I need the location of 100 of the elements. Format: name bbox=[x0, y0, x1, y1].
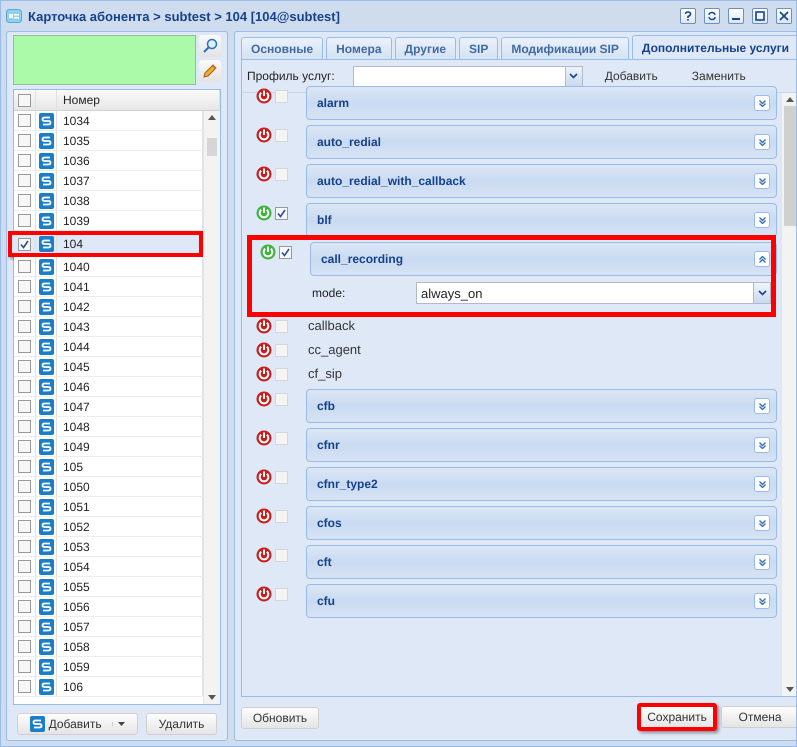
checkbox[interactable] bbox=[18, 480, 31, 493]
minimize-button[interactable] bbox=[728, 8, 744, 24]
grid-row[interactable]: 1044 bbox=[14, 337, 203, 357]
checkbox[interactable] bbox=[18, 194, 31, 207]
checkbox[interactable] bbox=[275, 206, 288, 220]
scroll-down-icon[interactable] bbox=[786, 687, 794, 692]
checkbox[interactable] bbox=[18, 520, 31, 533]
checkbox[interactable] bbox=[18, 400, 31, 413]
tab[interactable]: Основные bbox=[241, 37, 324, 59]
search-field[interactable] bbox=[13, 35, 196, 85]
grid-row[interactable]: 1045 bbox=[14, 357, 203, 377]
dropdown-icon[interactable] bbox=[569, 73, 578, 79]
grid-row[interactable]: 104 bbox=[8, 231, 203, 257]
column-header[interactable]: Номер bbox=[63, 93, 100, 107]
delete-button[interactable]: Удалить bbox=[146, 713, 218, 735]
grid-row[interactable]: 1053 bbox=[14, 537, 203, 557]
checkbox[interactable] bbox=[18, 214, 31, 227]
checkbox[interactable] bbox=[18, 440, 31, 453]
grid-row[interactable]: 1057 bbox=[14, 617, 203, 637]
expand-button[interactable] bbox=[754, 134, 770, 150]
grid-row[interactable]: 1040 bbox=[14, 257, 203, 277]
grid-row[interactable]: 1038 bbox=[14, 191, 203, 211]
service-panel[interactable]: cfnr bbox=[306, 428, 778, 462]
service-panel[interactable]: cfu bbox=[306, 584, 778, 618]
scroll-down-icon[interactable] bbox=[208, 695, 216, 700]
checkbox[interactable] bbox=[275, 432, 288, 444]
grid-row[interactable]: 1049 bbox=[14, 437, 203, 457]
power-icon[interactable] bbox=[256, 342, 272, 358]
grid-row[interactable]: 106 bbox=[14, 677, 203, 697]
scroll-up-icon[interactable] bbox=[208, 115, 216, 120]
checkbox[interactable] bbox=[18, 640, 31, 653]
checkbox[interactable] bbox=[279, 246, 292, 258]
power-icon[interactable] bbox=[256, 318, 272, 334]
checkbox[interactable] bbox=[275, 368, 288, 380]
service-panel[interactable]: blf bbox=[306, 203, 778, 237]
tab[interactable]: Номера bbox=[326, 37, 392, 59]
action-button[interactable]: Заменить bbox=[678, 69, 758, 83]
scroll-thumb[interactable] bbox=[784, 106, 796, 226]
checkbox[interactable] bbox=[275, 392, 288, 406]
checkbox[interactable] bbox=[275, 344, 288, 356]
checkbox[interactable] bbox=[18, 134, 31, 147]
expand-button[interactable] bbox=[754, 173, 770, 189]
checkbox[interactable] bbox=[18, 500, 31, 513]
checkbox[interactable] bbox=[18, 260, 31, 273]
checkbox[interactable] bbox=[18, 238, 31, 250]
grid-row[interactable]: 1052 bbox=[14, 517, 203, 537]
grid-row[interactable]: 1055 bbox=[14, 577, 203, 597]
checkbox[interactable] bbox=[18, 320, 31, 333]
service-panel[interactable]: alarm bbox=[306, 86, 778, 120]
tab[interactable]: Другие bbox=[394, 37, 456, 59]
scroll-up-icon[interactable] bbox=[786, 97, 794, 102]
grid-row[interactable]: 105 bbox=[14, 457, 203, 477]
checkbox[interactable] bbox=[18, 600, 31, 613]
power-icon[interactable] bbox=[256, 166, 272, 182]
scroll-thumb[interactable] bbox=[207, 138, 217, 156]
grid-row[interactable]: 1059 bbox=[14, 657, 203, 677]
checkbox[interactable] bbox=[275, 588, 288, 600]
checkbox[interactable] bbox=[275, 320, 288, 332]
grid-row[interactable]: 1046 bbox=[14, 377, 203, 397]
checkbox[interactable] bbox=[275, 128, 288, 142]
grid-row[interactable]: 1058 bbox=[14, 637, 203, 657]
checkbox[interactable] bbox=[18, 540, 31, 553]
tab[interactable]: SIP bbox=[459, 37, 498, 59]
grid-row[interactable]: 1042 bbox=[14, 297, 203, 317]
expand-button[interactable] bbox=[754, 95, 770, 111]
scrollbar[interactable] bbox=[781, 93, 796, 696]
expand-button[interactable] bbox=[754, 554, 770, 570]
service-panel[interactable]: cfnr_type2 bbox=[306, 467, 778, 501]
grid-row[interactable]: 1048 bbox=[14, 417, 203, 437]
grid-row[interactable]: 1039 bbox=[14, 211, 203, 231]
service-panel[interactable]: cfos bbox=[306, 506, 778, 540]
grid-row[interactable]: 1034 bbox=[14, 111, 203, 131]
maximize-button[interactable] bbox=[752, 8, 768, 24]
checkbox[interactable] bbox=[275, 90, 288, 102]
service-panel[interactable]: cft bbox=[306, 545, 778, 579]
grid-row[interactable]: 1054 bbox=[14, 557, 203, 577]
checkbox[interactable] bbox=[18, 280, 31, 293]
grid-row[interactable]: 1056 bbox=[14, 597, 203, 617]
tab[interactable]: Дополнительные услуги bbox=[632, 35, 796, 59]
checkbox[interactable] bbox=[18, 340, 31, 353]
checkbox[interactable] bbox=[18, 660, 31, 673]
power-icon[interactable] bbox=[256, 127, 272, 143]
checkbox[interactable] bbox=[18, 300, 31, 313]
power-icon[interactable] bbox=[256, 469, 272, 485]
checkbox[interactable] bbox=[18, 560, 31, 573]
grid-row[interactable]: 1037 bbox=[14, 171, 203, 191]
power-icon[interactable] bbox=[256, 547, 272, 563]
service-panel[interactable]: auto_redial_with_callback bbox=[306, 164, 778, 198]
power-icon[interactable] bbox=[256, 366, 272, 382]
expand-button[interactable] bbox=[754, 476, 770, 492]
checkbox[interactable] bbox=[18, 420, 31, 433]
checkbox[interactable] bbox=[275, 548, 288, 562]
checkbox[interactable] bbox=[18, 154, 31, 167]
grid-row[interactable]: 1035 bbox=[14, 131, 203, 151]
expand-button[interactable] bbox=[754, 437, 770, 453]
close-button[interactable] bbox=[776, 8, 792, 24]
checkbox[interactable] bbox=[275, 168, 288, 180]
power-icon[interactable] bbox=[256, 586, 272, 602]
cancel-button[interactable]: Отмена bbox=[721, 706, 796, 728]
checkbox[interactable] bbox=[18, 360, 31, 373]
